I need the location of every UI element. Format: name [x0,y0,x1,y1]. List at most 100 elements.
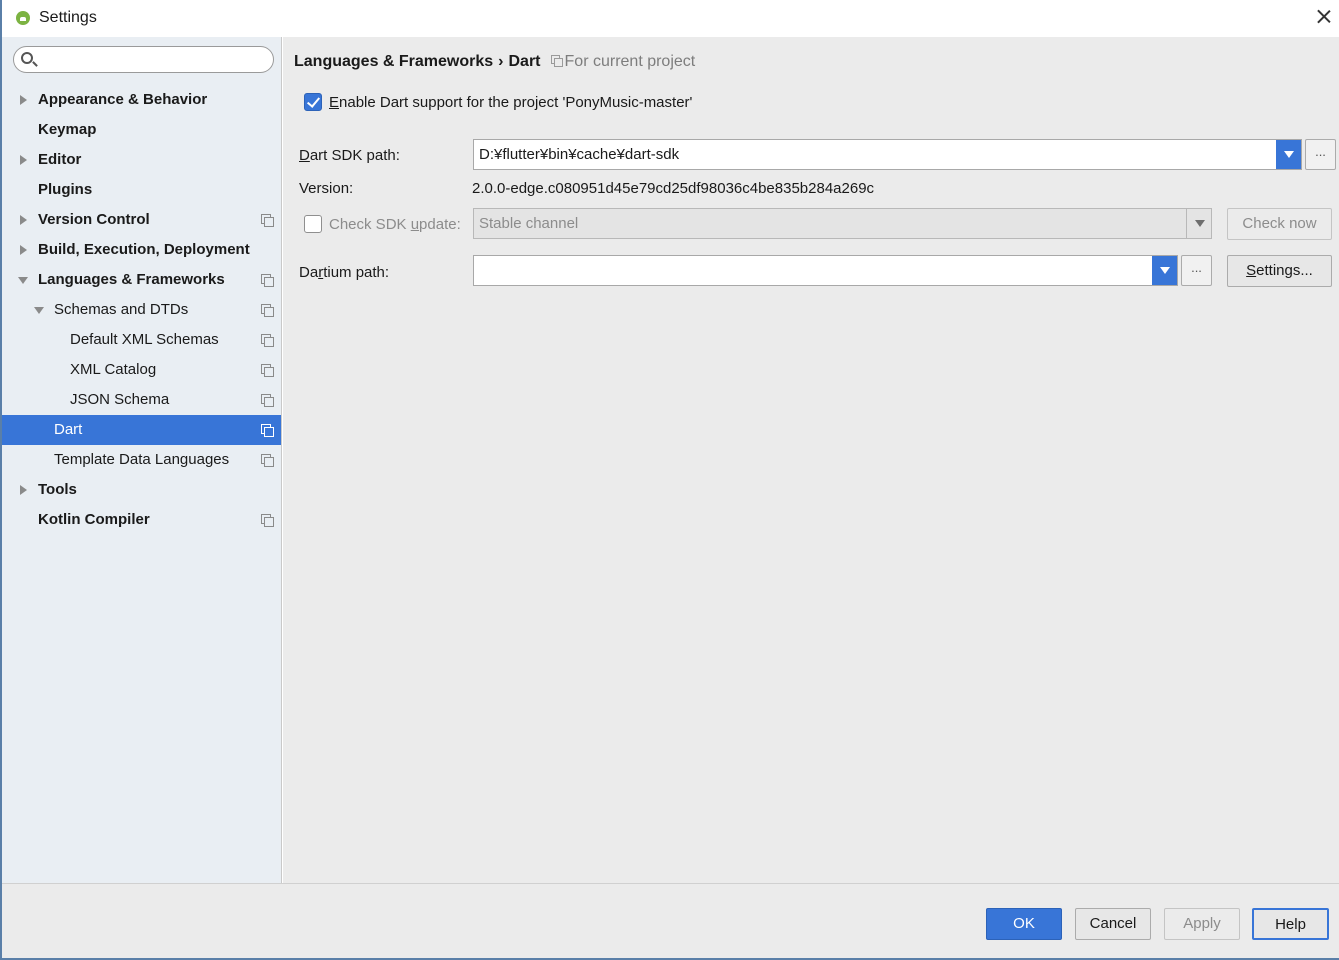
expand-arrow-icon[interactable] [20,485,27,495]
breadcrumb-scope-label: For current project [564,53,696,70]
sidebar-item-appearance-behavior[interactable]: Appearance & Behavior [2,85,281,115]
sidebar-item-kotlin-compiler[interactable]: Kotlin Compiler [2,505,281,535]
dartium-label-post: tium path: [323,264,390,281]
project-scope-icon [261,514,274,527]
project-scope-icon [261,214,274,227]
sidebar-item-label: Template Data Languages [54,451,230,468]
sidebar-item-json-schema[interactable]: JSON Schema [2,385,281,415]
dartium-path-combo[interactable] [473,255,1178,286]
dartium-label-pre: Da [299,264,319,281]
project-scope-icon [261,394,274,407]
update-channel-value: Stable channel [479,215,579,232]
dartium-path-label: Dartium path: [299,264,389,281]
sidebar-item-label: Tools [38,481,77,498]
dartium-settings-mnemonic: S [1246,262,1257,279]
project-scope-icon [261,364,274,377]
collapse-arrow-icon[interactable] [34,307,44,314]
breadcrumb-parent: Languages & Frameworks [294,53,494,70]
chevron-down-icon[interactable] [1152,256,1177,285]
sidebar-item-label: Default XML Schemas [70,331,219,348]
dart-sdk-path-label: Dart SDK path: [299,147,400,164]
expand-arrow-icon[interactable] [20,155,27,165]
sidebar-item-default-xml-schemas[interactable]: Default XML Schemas [2,325,281,355]
check-sdk-update-label[interactable]: Check SDK update: [329,216,461,233]
chevron-down-icon[interactable] [1276,140,1301,169]
project-scope-icon [261,274,274,287]
expand-arrow-icon[interactable] [20,95,27,105]
sidebar-item-label: Editor [38,151,82,168]
expand-arrow-icon[interactable] [20,215,27,225]
enable-dart-checkbox[interactable] [304,93,322,111]
sidebar-item-schemas-and-dtds[interactable]: Schemas and DTDs [2,295,281,325]
sidebar-item-version-control[interactable]: Version Control [2,205,281,235]
check-sdk-label-pre: Check SDK [329,216,411,233]
dart-sdk-path-value: D:¥flutter¥bin¥cache¥dart-sdk [479,146,680,163]
dart-settings-panel: Languages & Frameworks › Dart For current p… [283,37,1339,883]
project-scope-icon [261,334,274,347]
sidebar-item-dart[interactable]: Dart [2,415,281,445]
help-button[interactable]: Help [1252,908,1329,940]
cancel-button[interactable]: Cancel [1075,908,1151,940]
sidebar-item-build-execution-deployment[interactable]: Build, Execution, Deployment [2,235,281,265]
enable-dart-label[interactable]: Enable Dart support for the project 'Pon… [329,94,692,111]
update-channel-select[interactable]: Stable channel [473,208,1212,239]
breadcrumb-separator: › [498,53,504,70]
sidebar-item-keymap[interactable]: Keymap [2,115,281,145]
sidebar-item-xml-catalog[interactable]: XML Catalog [2,355,281,385]
android-studio-icon [16,11,30,25]
version-label: Version: [299,180,354,197]
search-icon [21,52,33,64]
dart-sdk-path-combo[interactable]: D:¥flutter¥bin¥cache¥dart-sdk [473,139,1302,170]
sidebar-item-label: Kotlin Compiler [38,511,150,528]
window-title: Settings [39,9,97,26]
sidebar-item-label: Plugins [38,181,93,198]
project-scope-icon [261,304,274,317]
search-box[interactable] [13,46,274,73]
close-icon[interactable] [1313,6,1335,28]
dart-sdk-label-rest: art SDK path: [309,147,400,164]
sidebar-item-tools[interactable]: Tools [2,475,281,505]
collapse-arrow-icon[interactable] [18,277,28,284]
sidebar-item-label: JSON Schema [70,391,170,408]
check-now-button[interactable]: Check now [1227,208,1332,240]
sidebar-item-label: Dart [54,421,83,438]
title-bar: Settings [2,0,1339,37]
apply-button[interactable]: Apply [1164,908,1240,940]
dialog-footer: OK Cancel Apply Help [2,883,1339,958]
dartium-settings-rest: ettings... [1256,262,1313,279]
dartium-settings-button[interactable]: Settings... [1227,255,1332,287]
sidebar-item-label: Build, Execution, Deployment [38,241,250,258]
sidebar-item-label: Schemas and DTDs [54,301,189,318]
enable-dart-mnemonic: E [329,94,340,111]
sidebar-item-template-data-languages[interactable]: Template Data Languages [2,445,281,475]
sidebar-item-label: XML Catalog [70,361,157,378]
sidebar-item-label: Version Control [38,211,150,228]
breadcrumb-current: Dart [508,53,541,70]
project-scope-icon [261,454,274,467]
project-scope-icon [550,55,563,67]
check-sdk-update-checkbox[interactable] [304,215,322,233]
browse-sdk-button[interactable]: ... [1305,139,1336,170]
breadcrumb: Languages & Frameworks › Dart For current p… [294,53,695,71]
search-input[interactable] [42,50,267,70]
sidebar-item-plugins[interactable]: Plugins [2,175,281,205]
project-scope-icon [261,424,274,437]
sidebar-item-label: Appearance & Behavior [38,91,208,108]
sidebar-item-label: Languages & Frameworks [38,271,225,288]
sidebar-item-languages-frameworks[interactable]: Languages & Frameworks [2,265,281,295]
sidebar-item-label: Keymap [38,121,97,138]
dart-sdk-mnemonic: D [299,147,310,164]
version-value: 2.0.0-edge.c080951d45e79cd25df98036c4be8… [472,180,875,197]
settings-sidebar: Appearance & Behavior Keymap Editor Plugins… [2,37,282,883]
settings-window: Settings Appearance & Behavior Keymap Edit… [0,0,1339,960]
check-sdk-label-post: pdate: [419,216,461,233]
enable-dart-label-rest: nable Dart support for the project 'Pony… [339,94,693,111]
breadcrumb-scope: For current project [550,53,696,70]
browse-dartium-button[interactable]: ... [1181,255,1212,286]
ok-button[interactable]: OK [986,908,1062,940]
check-sdk-mnemonic: u [410,216,420,233]
chevron-down-icon[interactable] [1186,209,1211,238]
sidebar-item-editor[interactable]: Editor [2,145,281,175]
settings-tree: Appearance & Behavior Keymap Editor Plugins… [2,85,281,535]
expand-arrow-icon[interactable] [20,245,27,255]
